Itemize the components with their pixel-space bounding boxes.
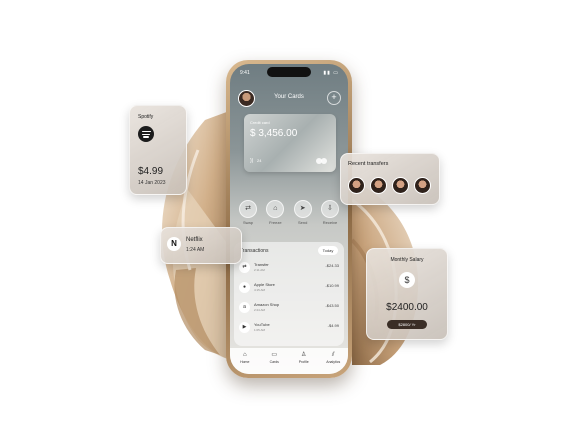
status-time: 9:41 [240,70,250,76]
spotify-subscription-card[interactable]: Spotify $4.99 14 Jan 2023 [129,105,187,195]
plus-icon: + [331,92,337,102]
nav-label: Home [240,360,250,364]
transfer-icon: ⇄ [239,262,250,273]
netflix-icon: N [167,237,181,251]
spotify-icon [138,126,154,142]
phone-screen: 9:41 ▮▮ ▭ Your Cards + Credit card $ 3,4… [230,64,348,374]
contact-avatar[interactable] [392,177,409,194]
nav-cards[interactable]: ▭ Cards [262,352,286,374]
action-swap[interactable]: ⇄ Swap [236,200,260,230]
recent-transfers-card: Recent transfers [340,153,440,205]
apple-icon: ● [239,282,250,293]
salary-amount: $2400.00 [386,302,428,313]
netflix-name: Netflix [186,237,203,243]
netflix-time: 1:24 AM [186,247,205,253]
card-label: Credit card [250,120,270,125]
youtube-icon: ▶ [239,322,250,333]
action-receive[interactable]: ⇩ Receive [318,200,342,230]
amazon-icon: a [239,302,250,313]
transaction-row[interactable]: a Amazon Shop 2:24 AM -$43.50 [239,300,339,316]
monthly-salary-card: Monthly Salary $ $2400.00 $2800/ Yr [366,248,448,340]
add-card-button[interactable]: + [327,91,341,105]
action-freeze[interactable]: ⌂ Freeze [263,200,287,230]
nav-label: Profile [298,360,309,364]
transaction-amount: -$43.50 [325,303,339,308]
transaction-time: 4:15 AM [254,288,266,292]
app-header: Your Cards + [230,87,348,107]
transaction-time: 1:05 AM [254,328,266,332]
phone-device: 9:41 ▮▮ ▭ Your Cards + Credit card $ 3,4… [226,60,352,378]
bottom-nav: ⌂ Home ▭ Cards ♙ Profile ⫽ Analytics [230,348,348,374]
hero-scene: 9:41 ▮▮ ▭ Your Cards + Credit card $ 3,4… [0,0,577,433]
transaction-row[interactable]: ▶ YouTube 1:05 AM -$4.99 [239,320,339,336]
send-icon: ➤ [293,200,312,218]
transaction-amount: -$4.99 [327,323,339,328]
contact-avatar[interactable] [348,177,365,194]
contact-avatar[interactable] [370,177,387,194]
salary-title: Monthly Salary [390,257,424,263]
recent-contacts [348,177,431,194]
transaction-name: YouTube [254,322,270,327]
user-icon: ♙ [301,352,307,358]
contactless-icon: )) [250,158,254,164]
transaction-row[interactable]: ⇄ Transfer 2:11 AM -$24.33 [239,260,339,276]
swap-icon: ⇄ [239,200,257,218]
nav-analytics[interactable]: ⫽ Analytics [321,352,345,374]
nav-profile[interactable]: ♙ Profile [292,352,316,374]
transaction-row[interactable]: ● Apple Store 4:15 AM -$10.99 [239,280,339,296]
salary-yearly-badge: $2800/ Yr [387,320,427,329]
transaction-amount: -$24.33 [325,263,339,268]
netflix-notification[interactable]: N Netflix 1:24 AM [160,227,242,264]
receive-icon: ⇩ [320,200,339,218]
status-bar: 9:41 ▮▮ ▭ [230,69,348,78]
transaction-name: Apple Store [254,282,275,287]
card-number: 24 [257,158,262,163]
credit-card[interactable]: Credit card $ 3,456.00 )) 24 [244,114,336,172]
chart-icon: ⫽ [331,352,335,358]
transactions-title: Transactions [240,248,269,254]
mastercard-icon [316,158,328,164]
transaction-name: Transfer [254,262,269,267]
recent-transfers-title: Recent transfers [348,161,389,167]
transaction-time: 2:11 AM [254,268,265,272]
nav-label: Cards [269,360,279,364]
dollar-icon: $ [399,272,415,288]
action-send[interactable]: ➤ Send [291,200,315,230]
transaction-name: Amazon Shop [254,302,280,307]
spotify-date: 14 Jan 2023 [138,180,166,186]
action-label: Freeze [269,220,282,225]
signal-battery-icon: ▮▮ ▭ [323,70,339,76]
contact-avatar[interactable] [414,177,431,194]
action-label: Receive [322,220,338,225]
lock-icon: ⌂ [266,200,285,218]
nav-home[interactable]: ⌂ Home [233,352,257,374]
transactions-panel: Transactions Today ⇄ Transfer 2:11 AM -$… [234,242,344,346]
quick-actions: ⇄ Swap ⌂ Freeze ➤ Send ⇩ Receive [236,200,342,230]
date-filter-button[interactable]: Today [318,246,338,255]
action-label: Swap [242,220,253,225]
transaction-time: 2:24 AM [254,308,266,312]
transaction-amount: -$10.99 [325,283,339,288]
spotify-price: $4.99 [138,166,164,177]
nav-label: Analytics [326,360,341,364]
home-icon: ⌂ [242,352,247,358]
card-balance: $ 3,456.00 [250,128,298,139]
action-label: Send [297,220,308,225]
card-icon: ▭ [271,352,278,358]
spotify-name: Spotify [138,114,154,120]
